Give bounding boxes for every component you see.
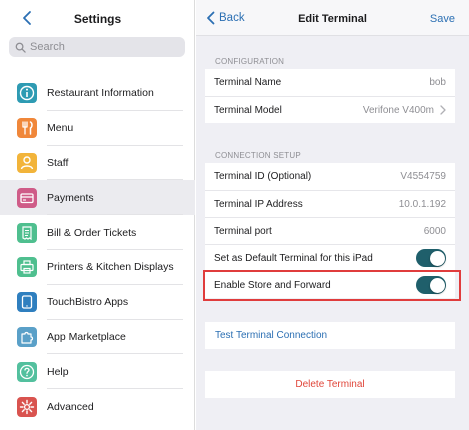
search-icon xyxy=(15,42,26,53)
printer-icon xyxy=(17,257,37,278)
settings-sidebar: Settings Restaurant Information Menu Staff… xyxy=(0,0,195,430)
terminal-ip-label: Terminal IP Address xyxy=(214,198,303,210)
connection-group: Terminal ID (Optional) V4554759 Terminal… xyxy=(205,163,455,298)
terminal-ip-row[interactable]: Terminal IP Address 10.0.1.192 xyxy=(205,190,455,217)
default-terminal-row: Set as Default Terminal for this iPad xyxy=(205,244,455,271)
terminal-model-value: Verifone V400m xyxy=(362,104,434,116)
sidebar-item-label: Advanced xyxy=(47,400,94,413)
question-icon xyxy=(17,361,37,382)
sidebar-item-staff[interactable]: Staff xyxy=(0,146,195,181)
sidebar-item-menu[interactable]: Menu xyxy=(0,111,195,146)
terminal-ip-value: 10.0.1.192 xyxy=(398,198,446,210)
receipt-icon xyxy=(17,222,37,243)
toggle-knob xyxy=(429,277,445,293)
sidebar-item-label: Restaurant Information xyxy=(47,87,154,100)
terminal-port-row[interactable]: Terminal port 6000 xyxy=(205,217,455,244)
chevron-right-icon xyxy=(440,105,446,115)
toggle-knob xyxy=(429,250,445,266)
sidebar-item-label: Help xyxy=(47,365,69,378)
sidebar-item-printers-kitchen-displays[interactable]: Printers & Kitchen Displays xyxy=(0,250,195,285)
credit-card-icon xyxy=(17,187,37,208)
sidebar-item-app-marketplace[interactable]: App Marketplace xyxy=(0,320,195,355)
edit-terminal-panel: Back Edit Terminal Save CONFIGURATION Te… xyxy=(196,0,469,430)
info-icon xyxy=(17,83,37,104)
store-forward-row: Enable Store and Forward xyxy=(205,271,455,298)
page-title: Edit Terminal xyxy=(298,13,367,25)
sidebar-item-help[interactable]: Help xyxy=(0,354,195,389)
test-connection-button[interactable]: Test Terminal Connection xyxy=(205,322,455,349)
configuration-section-header: CONFIGURATION xyxy=(215,57,285,66)
delete-terminal-button[interactable]: Delete Terminal xyxy=(205,371,455,398)
store-forward-toggle[interactable] xyxy=(416,276,446,294)
sidebar-title: Settings xyxy=(73,12,122,26)
sidebar-item-payments[interactable]: Payments xyxy=(0,180,195,216)
sidebar-header: Settings xyxy=(0,0,195,36)
default-terminal-toggle[interactable] xyxy=(416,249,446,267)
terminal-port-label: Terminal port xyxy=(214,225,272,237)
sidebar-item-touchbistro-apps[interactable]: TouchBistro Apps xyxy=(0,285,195,320)
save-button[interactable]: Save xyxy=(430,13,455,25)
sidebar-item-label: TouchBistro Apps xyxy=(47,296,129,309)
configuration-group: Terminal Name bob Terminal Model Verifon… xyxy=(205,69,455,123)
sidebar-item-label: Bill & Order Tickets xyxy=(47,226,137,239)
sidebar-item-advanced[interactable]: Advanced xyxy=(0,389,195,424)
terminal-name-row[interactable]: Terminal Name bob xyxy=(205,69,455,96)
connection-section-header: CONNECTION SETUP xyxy=(215,151,301,160)
person-icon xyxy=(17,152,37,173)
terminal-id-value: V4554759 xyxy=(400,171,446,182)
sidebar-item-label: Staff xyxy=(47,156,69,169)
terminal-id-label: Terminal ID (Optional) xyxy=(214,171,312,182)
store-forward-label: Enable Store and Forward xyxy=(214,279,331,291)
puzzle-icon xyxy=(17,326,37,347)
sidebar-item-label: Printers & Kitchen Displays xyxy=(47,261,174,274)
terminal-name-value: bob xyxy=(429,77,446,88)
tablet-icon xyxy=(17,292,37,313)
sidebar-item-label: App Marketplace xyxy=(47,330,126,343)
terminal-model-row[interactable]: Terminal Model Verifone V400m xyxy=(205,96,455,123)
gear-icon xyxy=(17,396,37,417)
terminal-id-row[interactable]: Terminal ID (Optional) V4554759 xyxy=(205,163,455,190)
sidebar-item-bill-order-tickets[interactable]: Bill & Order Tickets xyxy=(0,215,195,250)
nav-bar: Back Edit Terminal Save xyxy=(196,0,469,36)
terminal-model-value-wrap: Verifone V400m xyxy=(363,105,446,116)
terminal-name-label: Terminal Name xyxy=(214,77,282,88)
sidebar-item-restaurant-information[interactable]: Restaurant Information xyxy=(0,76,195,111)
search-bar[interactable] xyxy=(9,37,185,57)
terminal-port-value: 6000 xyxy=(423,225,446,237)
sidebar-item-label: Menu xyxy=(47,122,74,135)
sidebar-menu: Restaurant Information Menu Staff Payments B… xyxy=(0,76,195,424)
terminal-model-label: Terminal Model xyxy=(214,104,282,116)
search-input[interactable] xyxy=(30,41,180,53)
utensils-icon xyxy=(17,118,37,139)
sidebar-item-label: Payments xyxy=(47,191,94,204)
default-terminal-label: Set as Default Terminal for this iPad xyxy=(214,252,373,264)
